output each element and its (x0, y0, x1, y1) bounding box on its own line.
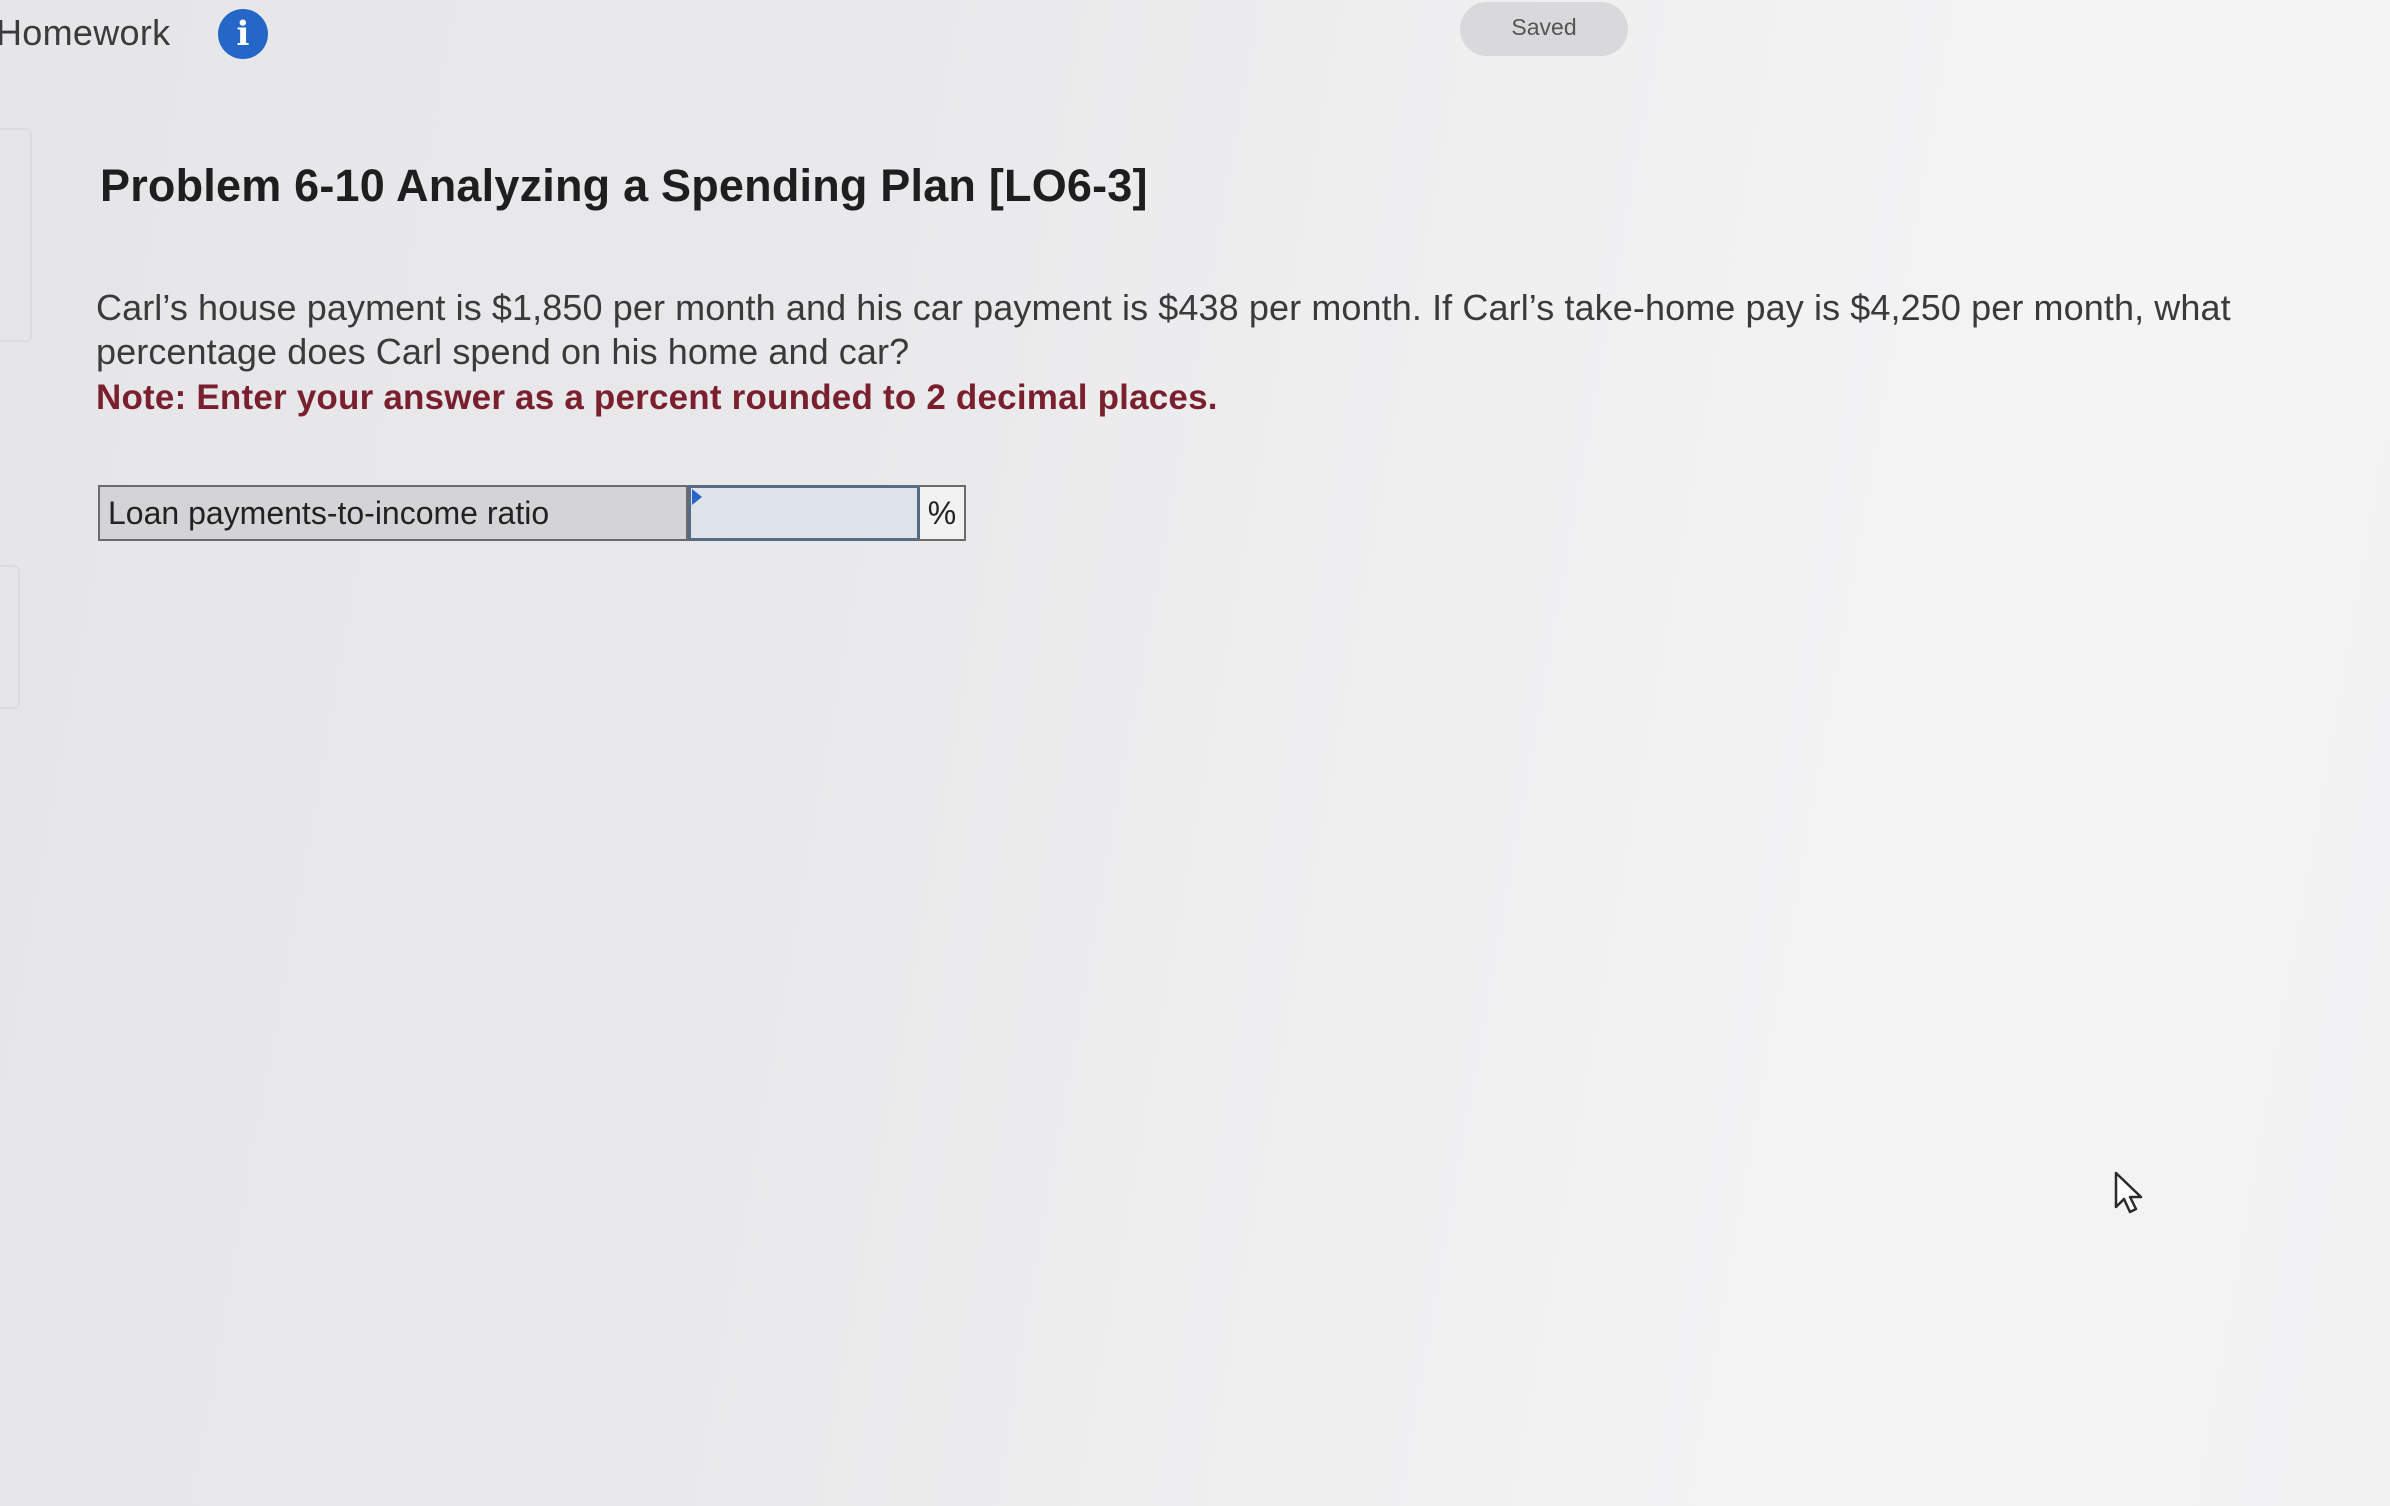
side-panel-edge (0, 128, 32, 342)
answer-label: Loan payments-to-income ratio (98, 485, 688, 541)
assignment-title[interactable]: Homework (0, 12, 170, 54)
input-flag-icon (692, 489, 702, 505)
answer-input-wrapper (688, 485, 920, 541)
question-text: Carl’s house payment is $1,850 per month… (96, 287, 2231, 372)
problem-title: Problem 6-10 Analyzing a Spending Plan [… (100, 160, 1148, 211)
percent-unit: % (920, 485, 966, 541)
side-panel-edge (0, 565, 20, 709)
answer-input[interactable] (688, 485, 920, 541)
answer-note: Note: Enter your answer as a percent rou… (96, 378, 1218, 417)
info-icon[interactable]: i (218, 9, 268, 59)
top-bar: Homework i Saved (0, 0, 2390, 90)
answer-row: Loan payments-to-income ratio % (98, 485, 966, 541)
saved-status-badge: Saved (1460, 2, 1628, 56)
mouse-pointer-icon (2114, 1171, 2143, 1214)
